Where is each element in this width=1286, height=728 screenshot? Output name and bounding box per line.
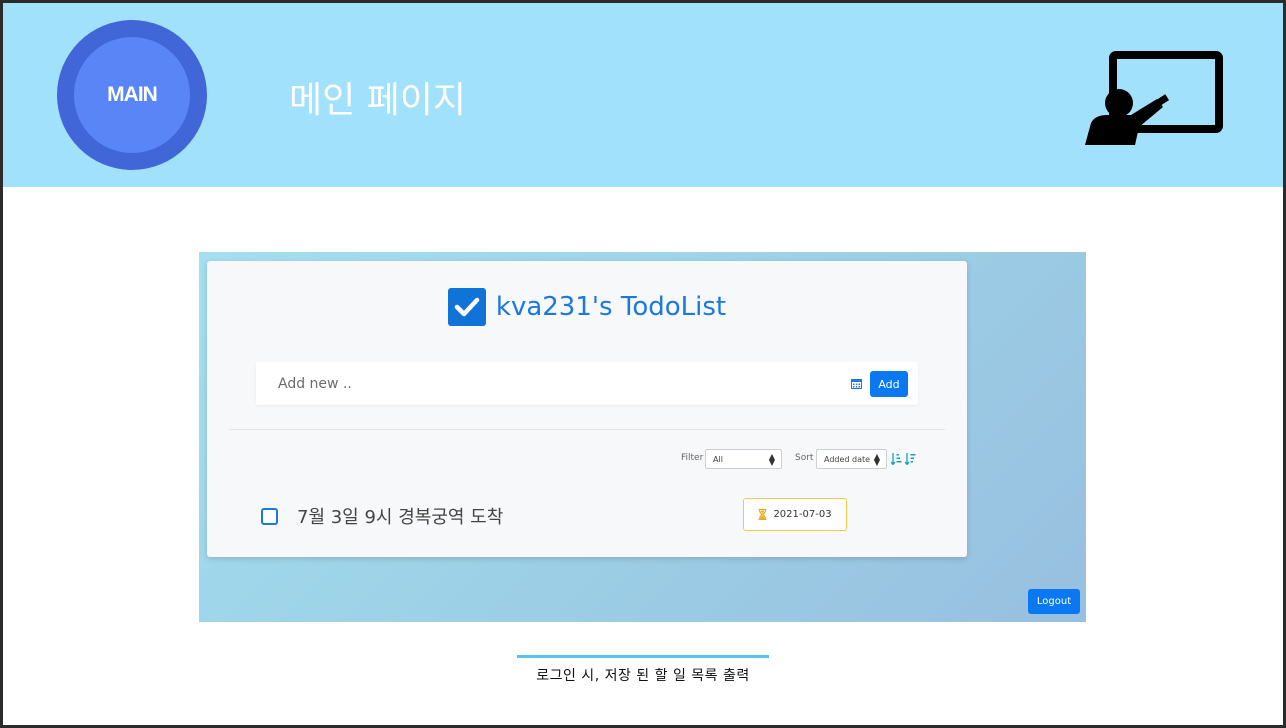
slide-caption: 로그인 시, 저장 된 할 일 목록 출력 (517, 655, 769, 692)
divider (229, 429, 945, 430)
sort-select[interactable]: Added date ▲ ▼ (816, 449, 887, 469)
todo-card: kva231's TodoList Add Filter All ▲▼ Sort (207, 261, 967, 557)
teacher-presentation-icon (1085, 51, 1223, 145)
sort-label: Sort (795, 453, 814, 463)
checkbox-checked-icon (447, 288, 486, 326)
todo-item-text: 7월 3일 9시 경복궁역 도착 (297, 507, 504, 528)
todo-app-screenshot: kva231's TodoList Add Filter All ▲▼ Sort (199, 252, 1086, 622)
main-badge-label: MAIN (74, 37, 190, 153)
sort-descending-icon[interactable] (905, 453, 916, 465)
header-banner: MAIN 메인 페이지 (3, 3, 1283, 187)
due-date-badge: 2021-07-03 (743, 498, 847, 531)
slide: MAIN 메인 페이지 kva231's TodoList Add new ..… (3, 3, 1283, 725)
main-badge: MAIN (57, 20, 207, 170)
select-caret-icon: ▲ ▼ (873, 452, 880, 467)
todo-checkbox[interactable] (261, 508, 278, 525)
app-title-text: kva231's TodoList (495, 292, 727, 322)
add-todo-bar: Add (256, 362, 918, 405)
sort-ascending-icon[interactable] (891, 453, 902, 465)
logout-button[interactable]: Logout (1028, 589, 1080, 614)
calendar-icon[interactable] (851, 378, 862, 389)
select-caret-icon: ▲ ▼ (768, 452, 775, 467)
sort-selected-value: Added date (824, 454, 871, 464)
hourglass-icon (758, 509, 767, 520)
filter-select[interactable]: All ▲ ▼ (705, 449, 782, 469)
filter-label: Filter (681, 453, 704, 463)
add-todo-input[interactable] (278, 371, 818, 397)
app-title: kva231's TodoList (207, 288, 967, 326)
add-button[interactable]: Add (870, 371, 908, 397)
filter-selected-value: All (713, 454, 723, 464)
due-date-text: 2021-07-03 (773, 509, 832, 520)
page-title: 메인 페이지 (289, 80, 467, 121)
